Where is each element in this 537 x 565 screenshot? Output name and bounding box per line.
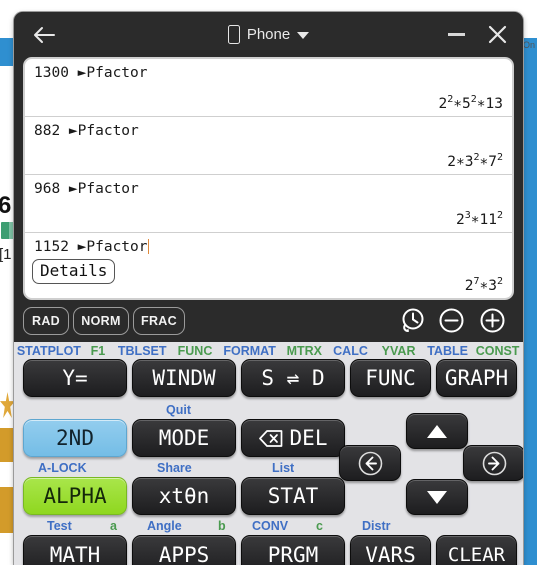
- backdrop-bracket-text: [1: [0, 246, 12, 263]
- plus-circle-icon[interactable]: [479, 307, 506, 334]
- row2-sublabels: A-LOCK Share List: [14, 461, 523, 477]
- label-tblset: TBLSET: [117, 343, 167, 358]
- norm-mode-button[interactable]: NORM: [73, 307, 129, 335]
- key-y-equals[interactable]: Y=: [23, 359, 127, 397]
- entry-expression: 882 ►Pfactor: [34, 123, 139, 139]
- key-del-label: DEL: [289, 426, 328, 450]
- key-s-to-d[interactable]: S ⇌ D: [241, 359, 345, 397]
- key-graph[interactable]: GRAPH: [436, 359, 517, 397]
- chevron-down-icon: [297, 32, 310, 39]
- entry-expression: 1300 ►Pfactor: [34, 65, 148, 81]
- backdrop-number: 6: [0, 192, 11, 219]
- label-format: FORMAT: [223, 343, 276, 358]
- arrow-down-icon[interactable]: [406, 479, 468, 515]
- active-expression-text: 1152 ►Pfactor: [34, 239, 148, 255]
- entry-expression: 968 ►Pfactor: [34, 181, 139, 197]
- secondary-function-labels: STATPLOT F1 TBLSET FUNC FORMAT MTRX CALC…: [14, 342, 523, 359]
- label-statplot: STATPLOT: [16, 343, 81, 358]
- sublabel-c: c: [316, 519, 323, 533]
- key-window[interactable]: WINDW: [132, 359, 236, 397]
- label-calc: CALC: [333, 343, 368, 358]
- sublabel-b: b: [218, 519, 226, 533]
- close-button[interactable]: [479, 12, 515, 57]
- details-button[interactable]: Details: [32, 259, 116, 285]
- backdrop-star-icon: [0, 392, 15, 418]
- active-entry[interactable]: 1152 ►Pfactor 27∗32 Details: [25, 233, 512, 298]
- key-alpha[interactable]: ALPHA: [23, 477, 127, 515]
- history-clock-icon[interactable]: [399, 307, 426, 334]
- keypad-row-1: Y= WINDW S ⇌ D FUNC GRAPH: [14, 359, 523, 403]
- entry-expression-active: 1152 ►Pfactor: [34, 239, 149, 255]
- key-prgm[interactable]: PRGM: [241, 535, 345, 565]
- backdrop-corner-note: On: [522, 40, 535, 50]
- label-f1: F1: [90, 343, 106, 358]
- backdrop-green-bar-highlight: [9, 222, 13, 239]
- arrow-up-icon[interactable]: [406, 413, 468, 449]
- history-entry[interactable]: 882 ►Pfactor 2∗32∗72: [25, 117, 512, 175]
- history-entry[interactable]: 1300 ►Pfactor 22∗52∗13: [25, 59, 512, 117]
- phone-mirror-window: Phone 1300 ►Pfactor 22∗52∗13 882 ►Pfacto…: [14, 12, 523, 565]
- triangle-up: [427, 424, 447, 438]
- key-math[interactable]: MATH: [23, 535, 127, 565]
- sublabel-distr: Distr: [362, 519, 391, 533]
- row3-sublabels: Test a Angle b CONV c Distr: [14, 519, 523, 535]
- history-entry[interactable]: 968 ►Pfactor 23∗112: [25, 175, 512, 233]
- minus-circle-icon[interactable]: [438, 307, 465, 334]
- window-title-bar: Phone: [14, 12, 523, 57]
- window-title: Phone: [246, 26, 291, 43]
- sublabel-angle: Angle: [147, 519, 182, 533]
- calculator-keypad: STATPLOT F1 TBLSET FUNC FORMAT MTRX CALC…: [14, 342, 523, 565]
- phone-icon: [227, 25, 240, 44]
- key-del[interactable]: DEL: [241, 419, 345, 457]
- label-func: FUNC: [177, 343, 213, 358]
- key-stat[interactable]: STAT: [241, 477, 345, 515]
- backspace-icon: [258, 429, 283, 447]
- key-vars[interactable]: VARS: [350, 535, 431, 565]
- rad-mode-button[interactable]: RAD: [23, 307, 69, 335]
- sublabel-test: Test: [47, 519, 72, 533]
- keypad-row-3: ALPHA xtθn STAT: [14, 477, 523, 519]
- keypad-row-4: MATH APPS PRGM VARS CLEAR: [14, 535, 523, 565]
- key-xtheta-n[interactable]: xtθn: [132, 477, 236, 515]
- entry-result: 23∗112: [456, 210, 503, 228]
- sublabel-a: a: [110, 519, 117, 533]
- minimize-button[interactable]: [439, 12, 473, 57]
- label-const: CONST: [475, 343, 520, 358]
- entry-result: 2∗32∗72: [447, 152, 503, 170]
- sublabel-share: Share: [157, 461, 192, 475]
- label-table: TABLE: [427, 343, 468, 358]
- key-apps[interactable]: APPS: [132, 535, 236, 565]
- label-yvar: YVAR: [381, 343, 416, 358]
- sublabel-list: List: [272, 461, 295, 475]
- label-mtrx: MTRX: [286, 343, 323, 358]
- key-func[interactable]: FUNC: [350, 359, 431, 397]
- text-cursor: [147, 239, 149, 254]
- entry-result: 22∗52∗13: [438, 94, 503, 112]
- entry-result: 27∗32: [464, 276, 503, 294]
- frac-mode-button[interactable]: FRAC: [133, 307, 185, 335]
- key-clear[interactable]: CLEAR: [436, 535, 517, 565]
- sublabel-quit: Quit: [166, 403, 191, 417]
- key-mode[interactable]: MODE: [132, 419, 236, 457]
- key-2nd[interactable]: 2ND: [23, 419, 127, 457]
- triangle-down: [427, 490, 447, 504]
- keypad-row-2: 2ND MODE DEL: [14, 413, 523, 481]
- calculator-status-bar: RAD NORM FRAC: [14, 300, 523, 342]
- sublabel-conv: CONV: [252, 519, 289, 533]
- calculator-display[interactable]: 1300 ►Pfactor 22∗52∗13 882 ►Pfactor 2∗32…: [23, 57, 514, 300]
- sublabel-a-lock: A-LOCK: [38, 461, 87, 475]
